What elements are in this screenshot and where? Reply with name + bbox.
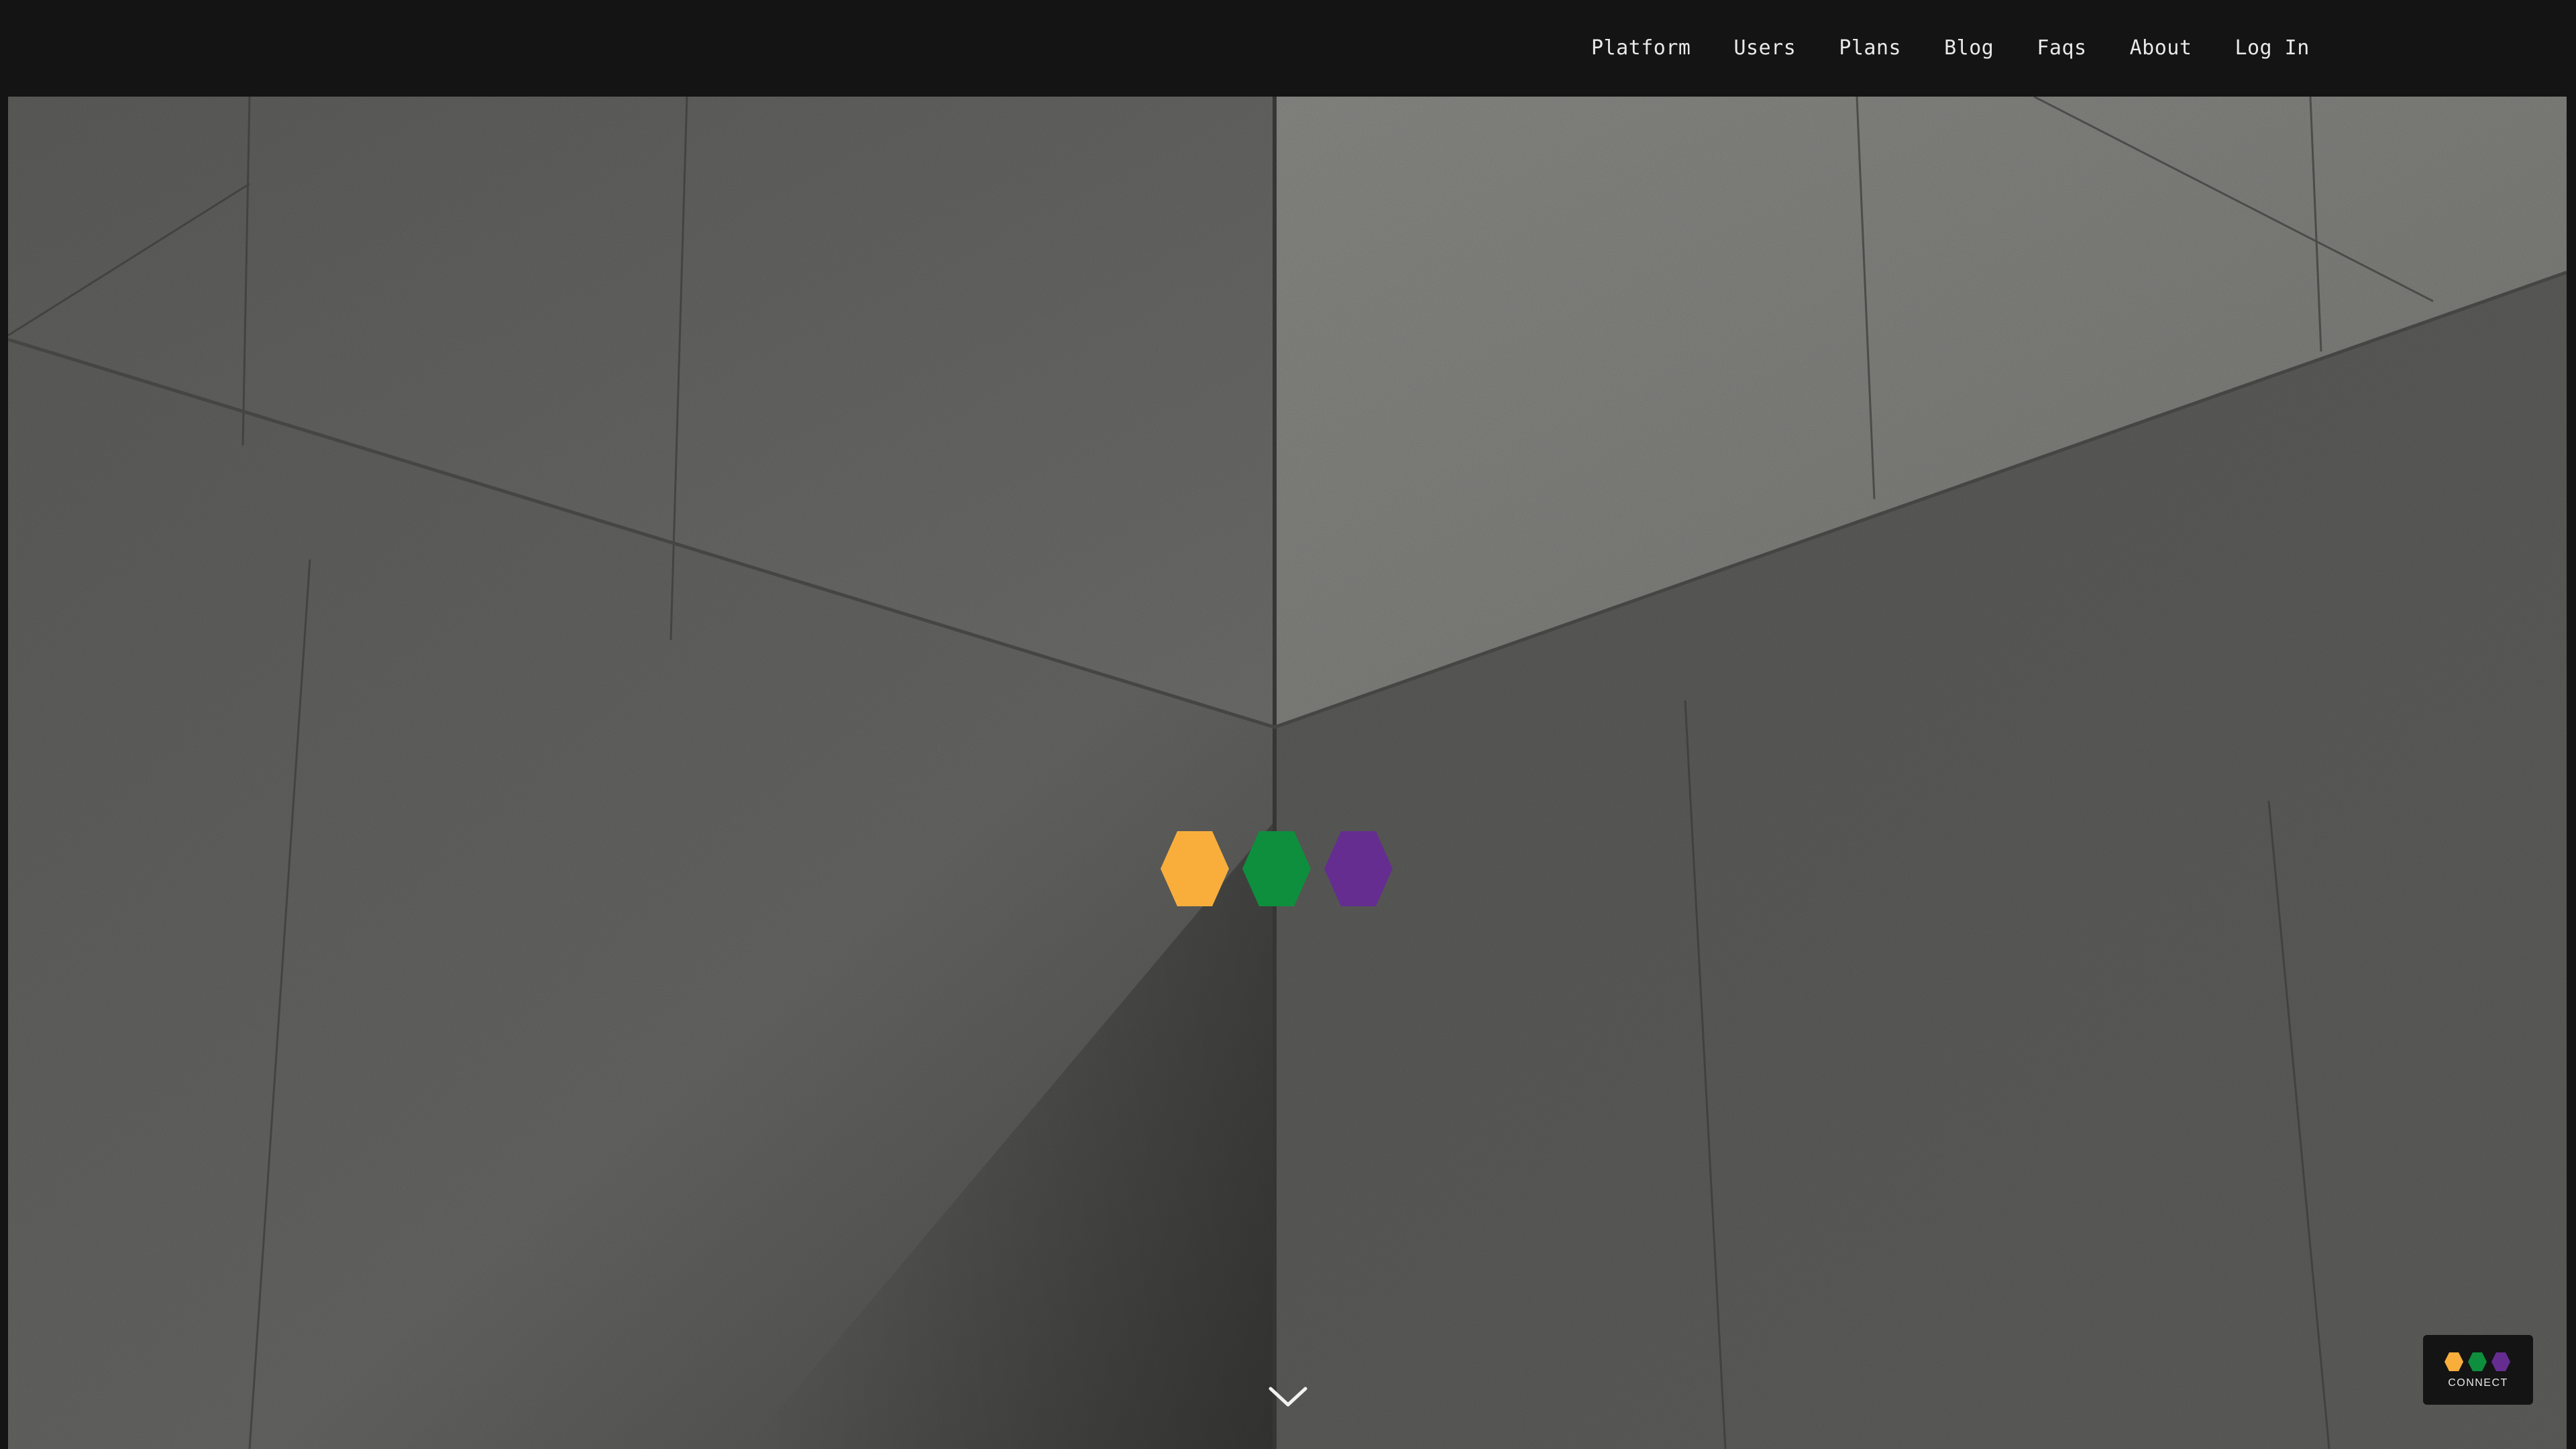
main-nav: Platform Users Plans Blog Faqs About Log…: [1570, 0, 2331, 95]
nav-item-plans[interactable]: Plans: [1817, 28, 1923, 68]
nav-item-faqs[interactable]: Faqs: [2015, 28, 2108, 68]
hexagons-logo-icon: [2445, 1352, 2510, 1371]
connect-widget-button[interactable]: CONNECT: [2423, 1335, 2533, 1405]
chevron-down-icon[interactable]: [1267, 1382, 1309, 1411]
nav-item-users[interactable]: Users: [1713, 28, 1818, 68]
purple-hexagon: [1324, 831, 1393, 906]
hero-section: [8, 97, 2567, 1449]
hexagons-logo-icon[interactable]: [1148, 829, 1403, 908]
nav-item-log-in[interactable]: Log In: [2213, 28, 2330, 68]
green-hexagon: [1242, 831, 1311, 906]
orange-hexagon: [1161, 831, 1229, 906]
concrete-walls-background: [8, 97, 2567, 1449]
nav-item-blog[interactable]: Blog: [1923, 28, 2015, 68]
connect-label: CONNECT: [2448, 1377, 2508, 1389]
nav-item-platform[interactable]: Platform: [1570, 28, 1713, 68]
nav-item-about[interactable]: About: [2108, 28, 2214, 68]
top-navigation-bar: Platform Users Plans Blog Faqs About Log…: [0, 0, 2576, 95]
